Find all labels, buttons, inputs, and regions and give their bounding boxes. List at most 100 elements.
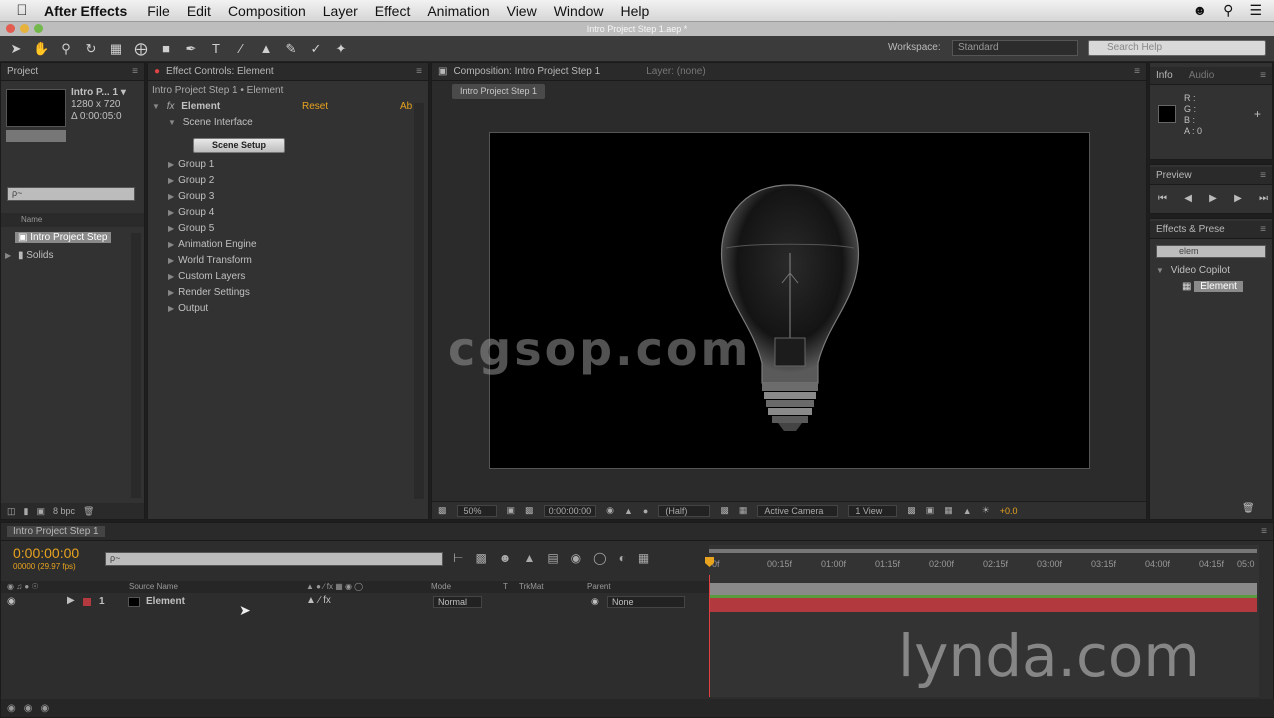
effects-search-input[interactable]: elem bbox=[1156, 245, 1266, 258]
reset-link[interactable]: Reset bbox=[302, 101, 328, 112]
close-window-button[interactable] bbox=[6, 24, 15, 33]
tab-layer[interactable]: Layer: (none) bbox=[646, 66, 705, 77]
camera-tool-icon[interactable]: ▦ bbox=[108, 41, 124, 57]
play-icon[interactable]: ▶ bbox=[1209, 193, 1217, 204]
group-item[interactable]: ▶ Group 2 bbox=[168, 175, 214, 186]
camera-select[interactable]: Active Camera bbox=[757, 504, 839, 517]
project-search-input[interactable]: ρ~ bbox=[7, 187, 135, 201]
flowchart-icon[interactable]: ▲ bbox=[963, 506, 972, 516]
effect-controls-scrollbar[interactable] bbox=[414, 103, 424, 499]
timeline-link-icon[interactable]: ▦ bbox=[944, 505, 953, 516]
project-scrollbar[interactable] bbox=[131, 233, 141, 498]
motion-blur-icon[interactable]: ▤ bbox=[547, 551, 558, 565]
apple-icon[interactable]:  bbox=[0, 2, 44, 19]
menu-app-name[interactable]: After Effects bbox=[44, 3, 127, 19]
channel-rgb-icon[interactable]: ● bbox=[643, 506, 648, 516]
interpret-footage-icon[interactable]: ◫ bbox=[7, 506, 16, 517]
brainstorm-icon[interactable]: ◉ bbox=[571, 551, 581, 565]
panel-menu-icon[interactable]: ≡ bbox=[1260, 70, 1266, 81]
scene-setup-button[interactable]: Scene Setup bbox=[193, 138, 285, 153]
3d-view-icon[interactable]: ▦ bbox=[739, 505, 748, 516]
graph-editor-icon[interactable]: ◯ bbox=[593, 551, 606, 565]
work-area-bar[interactable] bbox=[709, 549, 1257, 553]
resolution-select[interactable]: (Half) bbox=[658, 504, 711, 517]
clone-stamp-tool-icon[interactable]: ▲ bbox=[258, 41, 274, 56]
delete-icon[interactable]: 🗑 bbox=[1242, 503, 1255, 514]
video-switch-icon[interactable]: ◉ bbox=[7, 596, 16, 607]
fast-preview-icon[interactable]: ▩ bbox=[720, 505, 729, 516]
column-parent[interactable]: Parent bbox=[587, 582, 611, 591]
tab-audio[interactable]: Audio bbox=[1189, 70, 1215, 81]
parent-pickwhip-icon[interactable]: ◉ bbox=[591, 596, 599, 607]
expand-triangle-icon[interactable]: ▶ bbox=[5, 251, 11, 260]
column-t[interactable]: T bbox=[503, 582, 508, 591]
group-item[interactable]: ▶ Animation Engine bbox=[168, 239, 257, 250]
comp-mini-flowchart-icon[interactable]: ⊢ bbox=[453, 551, 463, 565]
roto-brush-tool-icon[interactable]: ✓ bbox=[308, 41, 324, 57]
group-item[interactable]: ▶ Render Settings bbox=[168, 287, 250, 298]
about-link[interactable]: Ab bbox=[400, 101, 412, 112]
comp-navigator-tab[interactable]: Intro Project Step 1 bbox=[452, 84, 546, 99]
collapse-triangle-icon[interactable]: ▼ bbox=[168, 118, 176, 127]
toggle-switches-icon[interactable]: ◉ bbox=[7, 703, 16, 714]
layer-parent-select[interactable]: None bbox=[607, 596, 685, 608]
toggle-in-out-icon[interactable]: ◉ bbox=[40, 703, 49, 714]
rectangle-tool-icon[interactable]: ■ bbox=[158, 41, 174, 56]
menu-layer[interactable]: Layer bbox=[323, 3, 358, 19]
always-preview-icon[interactable]: ▩ bbox=[438, 505, 447, 516]
exposure-icon[interactable]: ☀ bbox=[982, 505, 990, 516]
transparency-grid-icon[interactable]: ▩ bbox=[525, 505, 534, 516]
search-help-input[interactable]: Search Help bbox=[1088, 40, 1266, 56]
rotation-tool-icon[interactable]: ↻ bbox=[83, 41, 99, 57]
layer-name[interactable]: Element bbox=[146, 596, 185, 607]
pan-behind-tool-icon[interactable]: ⨁ bbox=[133, 41, 149, 57]
eraser-tool-icon[interactable]: ✎ bbox=[283, 41, 299, 57]
zoom-tool-icon[interactable]: ⚲ bbox=[58, 41, 74, 57]
new-comp-icon[interactable]: ▣ bbox=[36, 506, 45, 517]
toggle-modes-icon[interactable]: ◉ bbox=[24, 703, 33, 714]
region-of-interest-icon[interactable]: ▣ bbox=[507, 505, 516, 516]
scene-interface-group[interactable]: ▼ Scene Interface bbox=[168, 117, 253, 128]
comp-viewer[interactable] bbox=[489, 132, 1090, 469]
fx-icon[interactable]: fx bbox=[167, 101, 175, 112]
layer-mode-select[interactable]: Normal bbox=[433, 596, 483, 608]
collapse-triangle-icon[interactable]: ▼ bbox=[1156, 266, 1164, 275]
menu-animation[interactable]: Animation bbox=[427, 3, 489, 19]
draft-3d-icon[interactable]: ▩ bbox=[475, 551, 486, 565]
group-item[interactable]: ▶ Group 3 bbox=[168, 191, 214, 202]
expand-layer-icon[interactable]: ▶ bbox=[67, 595, 75, 606]
type-tool-icon[interactable]: T bbox=[208, 41, 224, 56]
user-icon[interactable]: ☻ bbox=[1192, 2, 1207, 19]
first-frame-icon[interactable]: ⏮ bbox=[1158, 193, 1167, 204]
minimize-window-button[interactable] bbox=[20, 24, 29, 33]
menu-composition[interactable]: Composition bbox=[228, 3, 306, 19]
current-time-display[interactable]: 0:00:00:00 bbox=[543, 504, 597, 517]
layer-duration-bar[interactable] bbox=[709, 598, 1257, 612]
fast-previews-icon[interactable]: ▣ bbox=[926, 505, 935, 516]
column-trkmat[interactable]: TrkMat bbox=[519, 582, 544, 591]
new-folder-icon[interactable]: ▮ bbox=[24, 506, 29, 517]
brush-tool-icon[interactable]: ∕ bbox=[233, 41, 249, 56]
timeline-search-input[interactable]: ρ~ bbox=[105, 552, 443, 566]
selection-tool-icon[interactable]: ➤ bbox=[8, 41, 24, 57]
label-color-swatch[interactable] bbox=[83, 598, 91, 606]
render-icon[interactable]: ▦ bbox=[638, 551, 649, 565]
snapshot-camera-icon[interactable]: ◉ bbox=[606, 505, 614, 516]
tab-composition[interactable]: Composition: Intro Project Step 1 bbox=[453, 66, 600, 77]
last-frame-icon[interactable]: ⏭ bbox=[1259, 193, 1268, 204]
zoom-window-button[interactable] bbox=[34, 24, 43, 33]
timeline-layer-row[interactable]: ◉ ▶ 1 Element ▲ ∕ fx Normal ◉ None bbox=[1, 595, 709, 609]
panel-menu-icon[interactable]: ≡ bbox=[1260, 170, 1266, 181]
zoom-select[interactable]: 50% bbox=[456, 504, 497, 517]
menu-window[interactable]: Window bbox=[554, 3, 604, 19]
panel-menu-icon[interactable]: ≡ bbox=[1261, 526, 1267, 537]
menu-effect[interactable]: Effect bbox=[375, 3, 411, 19]
puppet-tool-icon[interactable]: ✦ bbox=[333, 41, 349, 57]
frame-blending-icon[interactable]: ▲ bbox=[523, 551, 535, 565]
delete-icon[interactable]: 🗑 bbox=[83, 506, 94, 517]
tab-timeline[interactable]: Intro Project Step 1 bbox=[7, 526, 105, 537]
collapse-triangle-icon[interactable]: ▼ bbox=[152, 102, 160, 111]
timeline-current-time[interactable]: 0:00:00:00 bbox=[13, 545, 79, 561]
menu-edit[interactable]: Edit bbox=[187, 3, 211, 19]
time-ruler[interactable]: 0f 00:15f 01:00f 01:15f 02:00f 02:15f 03… bbox=[709, 557, 1257, 575]
